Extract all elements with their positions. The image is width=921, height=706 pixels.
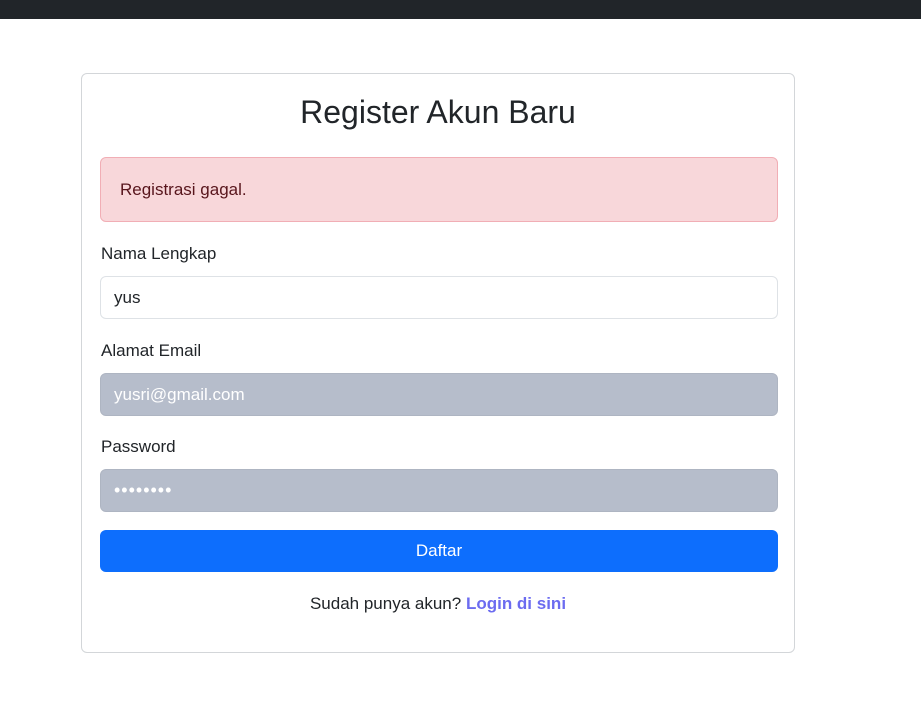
password-label: Password [101,437,176,456]
login-link[interactable]: Login di sini [466,594,566,613]
login-prompt: Sudah punya akun? Login di sini [82,593,794,615]
email-field[interactable]: yusri@gmail.com [100,373,778,416]
page-title: Register Akun Baru [300,94,576,130]
login-prompt-text: Sudah punya akun? [309,594,462,613]
name-field[interactable]: yus [100,276,778,319]
password-field[interactable]: •••••••• [100,469,778,512]
register-card: Register Akun Baru Registrasi gagal. Nam… [81,73,795,653]
error-alert: Registrasi gagal. [100,157,778,222]
name-label: Nama Lengkap [101,244,217,263]
top-navbar [0,0,921,19]
email-label: Alamat Email [101,341,202,360]
register-button[interactable]: Daftar [100,530,778,572]
